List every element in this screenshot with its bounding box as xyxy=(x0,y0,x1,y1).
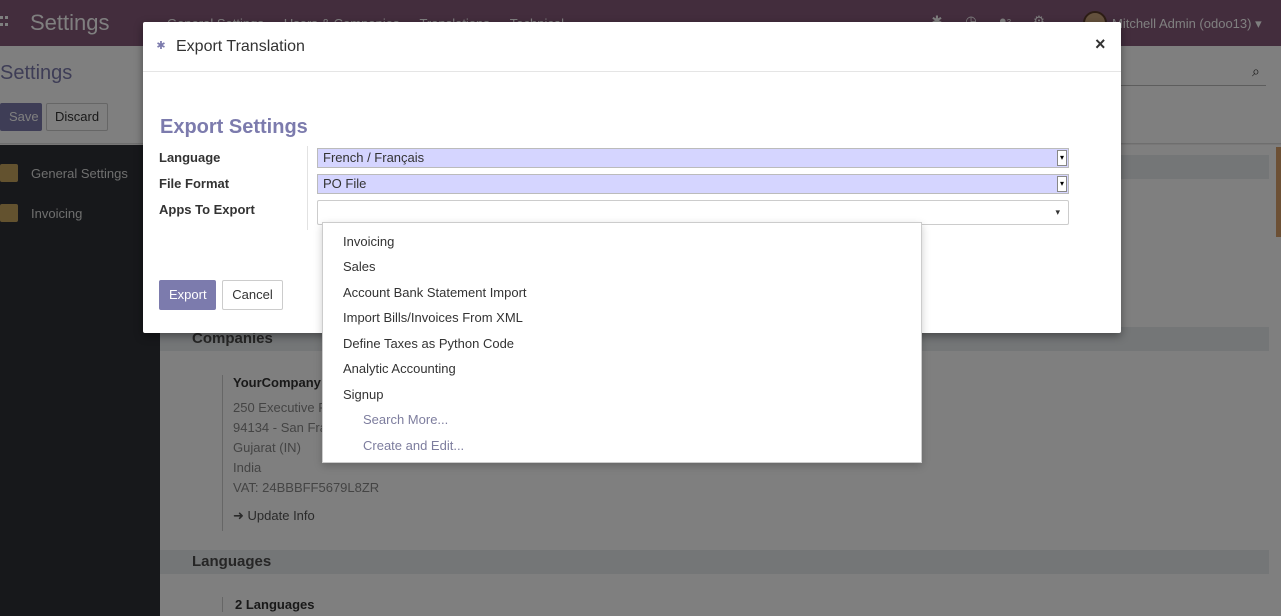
file-format-label: File Format xyxy=(159,176,230,191)
apps-autocomplete-dropdown: Invoicing Sales Account Bank Statement I… xyxy=(322,222,922,463)
cancel-button[interactable]: Cancel xyxy=(222,280,283,310)
export-settings-title: Export Settings xyxy=(160,116,308,138)
option-sales[interactable]: Sales xyxy=(343,259,376,274)
file-format-select[interactable]: PO File ▾ xyxy=(317,174,1069,194)
close-button[interactable]: × xyxy=(1095,34,1106,55)
option-define-taxes-python[interactable]: Define Taxes as Python Code xyxy=(343,336,514,351)
chevron-down-icon: ▾ xyxy=(1057,150,1067,166)
option-analytic-accounting[interactable]: Analytic Accounting xyxy=(343,361,456,376)
create-and-edit-link[interactable]: Create and Edit... xyxy=(363,438,464,453)
language-select[interactable]: French / Français ▾ xyxy=(317,148,1069,168)
search-more-link[interactable]: Search More... xyxy=(363,412,448,427)
language-value: French / Français xyxy=(323,150,425,165)
apps-to-export-label: Apps To Export xyxy=(159,202,255,217)
bug-icon: ✱ xyxy=(156,40,166,52)
dialog-title: Export Translation xyxy=(176,38,305,55)
file-format-value: PO File xyxy=(323,176,367,191)
option-signup[interactable]: Signup xyxy=(343,387,383,402)
field-separator xyxy=(307,146,308,230)
dialog-header: ✱ Export Translation × xyxy=(143,22,1121,72)
export-button[interactable]: Export xyxy=(159,280,216,310)
option-import-bills-invoices-xml[interactable]: Import Bills/Invoices From XML xyxy=(343,310,523,325)
chevron-down-icon: ▾ xyxy=(1057,176,1067,192)
option-invoicing[interactable]: Invoicing xyxy=(343,234,394,249)
caret-down-icon[interactable]: ▾ xyxy=(1055,207,1060,218)
language-label: Language xyxy=(159,150,221,165)
option-account-bank-statement-import[interactable]: Account Bank Statement Import xyxy=(343,285,527,300)
